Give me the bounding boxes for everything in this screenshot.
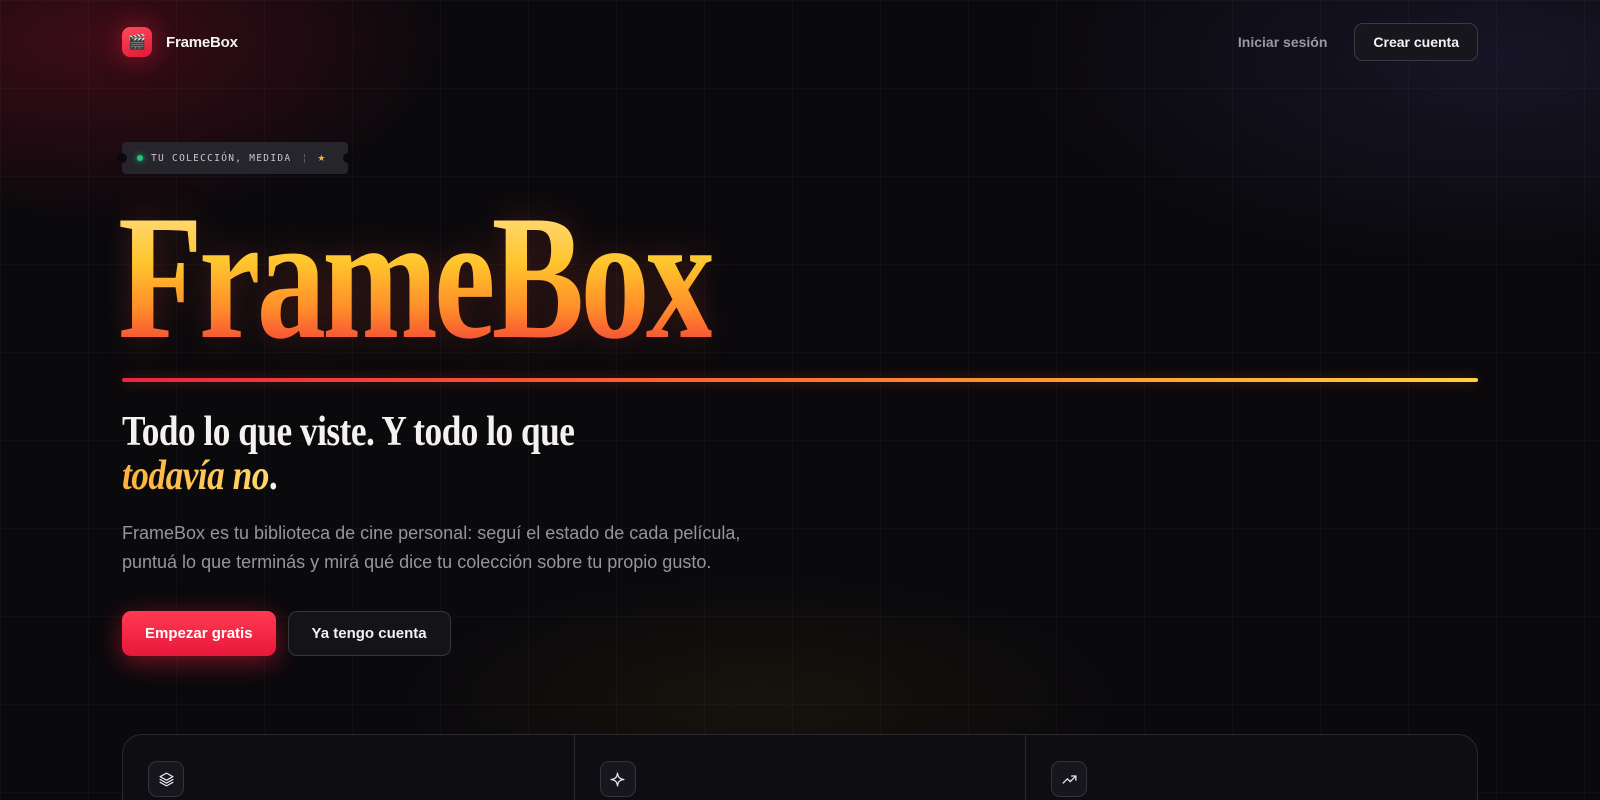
brand-name: FrameBox: [166, 33, 238, 51]
feature-card: [123, 735, 574, 800]
sparkle-icon: [599, 761, 636, 797]
status-dot-icon: [137, 155, 143, 161]
hero-title: FrameBox: [118, 178, 715, 376]
trending-up-icon: [1051, 761, 1088, 797]
feature-card: [573, 735, 1026, 800]
have-account-button[interactable]: Ya tengo cuenta: [287, 611, 451, 656]
layers-icon: [148, 761, 184, 797]
tagline-line1: Todo lo que viste. Y todo lo que: [122, 409, 575, 455]
features-panel: [122, 734, 1478, 800]
feature-card: [1025, 735, 1477, 800]
tagline: Todo lo que viste. Y todo lo que todavía…: [122, 409, 575, 499]
top-nav: 🎬 FrameBox Iniciar sesión Crear cuenta: [122, 22, 1478, 62]
clapperboard-icon: 🎬: [122, 27, 152, 57]
page-container: 🎬 FrameBox Iniciar sesión Crear cuenta T…: [118, 0, 1478, 800]
tagline-accent: todavía no: [122, 453, 269, 499]
tagline-end: .: [268, 453, 278, 499]
create-account-button[interactable]: Crear cuenta: [1354, 23, 1478, 61]
hero-description: FrameBox es tu biblioteca de cine person…: [122, 523, 741, 572]
brand[interactable]: 🎬 FrameBox: [122, 27, 238, 57]
star-icon: ★: [317, 152, 326, 163]
cta-group: Empezar gratis Ya tengo cuenta: [122, 611, 451, 656]
collection-badge: TU COLECCIÓN, MEDIDA ¦ ★: [122, 142, 348, 174]
hero-divider: [122, 378, 1478, 382]
badge-separator: ¦: [301, 152, 308, 164]
start-free-button[interactable]: Empezar gratis: [122, 611, 276, 656]
signin-link[interactable]: Iniciar sesión: [1238, 34, 1327, 50]
badge-text: TU COLECCIÓN, MEDIDA: [151, 152, 292, 164]
nav-actions: Iniciar sesión Crear cuenta: [1238, 23, 1478, 61]
